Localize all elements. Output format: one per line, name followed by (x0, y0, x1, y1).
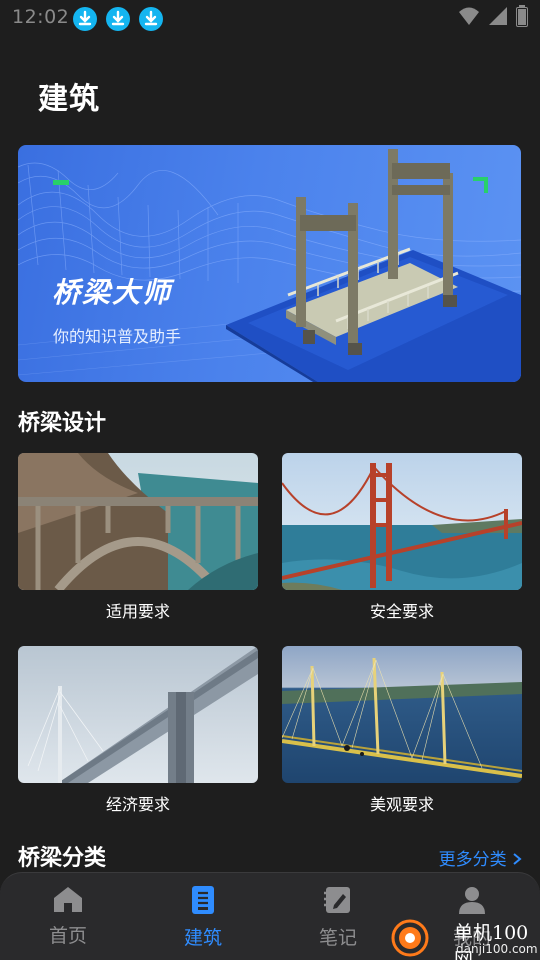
chevron-right-icon (512, 850, 522, 870)
banner-title: 桥梁大师 (52, 276, 173, 309)
tab-label: 首页 (48, 925, 87, 947)
person-icon (432, 885, 512, 915)
document-icon (163, 885, 243, 915)
status-bar: 12:02 (0, 0, 540, 36)
card-label: 安全要求 (369, 602, 434, 621)
card-label: 适用要求 (105, 602, 170, 621)
card-applicability[interactable]: 适用要求 (18, 453, 258, 622)
signal-icon (488, 6, 508, 30)
section-title-design: 桥梁设计 (18, 411, 107, 436)
home-icon (28, 885, 108, 913)
site-watermark: 单机100网 danji100.com (388, 916, 540, 960)
watermark-subtext: danji100.com (456, 942, 538, 956)
download-icon (139, 7, 163, 31)
suspension-bridge-image (282, 453, 522, 590)
status-time: 12:02 (12, 6, 70, 28)
notebook-icon (298, 885, 378, 915)
card-aesthetics[interactable]: 美观要求 (282, 646, 522, 815)
arch-bridge-image (18, 453, 258, 590)
section-title-category: 桥梁分类 (18, 846, 107, 871)
more-categories-link[interactable]: 更多分类 (439, 845, 522, 870)
card-label: 经济要求 (105, 795, 170, 814)
tab-label: 笔记 (318, 927, 357, 949)
tab-notes[interactable]: 笔记 (298, 885, 378, 950)
more-categories-label: 更多分类 (438, 850, 507, 870)
download-icon (106, 7, 130, 31)
banner-subtitle: 你的知识普及助手 (53, 327, 182, 346)
battery-icon (516, 5, 528, 31)
download-icon (73, 7, 97, 31)
tab-architecture[interactable]: 建筑 (163, 885, 243, 950)
cable-stayed-bridge-image (18, 646, 258, 783)
watermark-logo-icon (391, 919, 429, 957)
card-safety[interactable]: 安全要求 (282, 453, 522, 622)
page-title: 建筑 (38, 82, 100, 117)
tab-label: 建筑 (183, 927, 222, 949)
card-label: 美观要求 (369, 795, 434, 814)
tab-home[interactable]: 首页 (28, 885, 108, 948)
banner[interactable]: 桥梁大师 你的知识普及助手 (18, 145, 521, 382)
card-economy[interactable]: 经济要求 (18, 646, 258, 815)
cable-stayed-bridge-aerial-image (282, 646, 522, 783)
wifi-icon (458, 6, 480, 30)
